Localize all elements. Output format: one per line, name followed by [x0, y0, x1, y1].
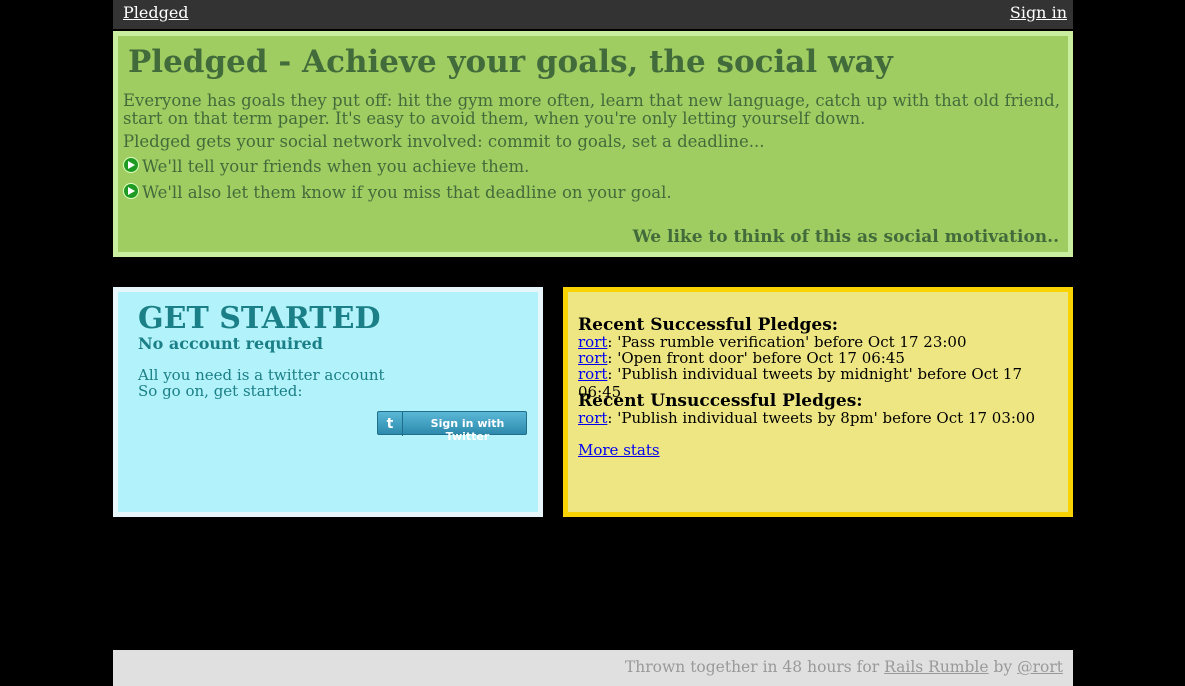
- arrow-right-icon: [123, 183, 139, 199]
- hero-bullet: We'll tell your friends when you achieve…: [123, 157, 529, 176]
- hero-bullet-text: We'll also let them know if you miss tha…: [142, 183, 672, 202]
- hero-bullet-text: We'll tell your friends when you achieve…: [142, 157, 530, 176]
- signin-link[interactable]: Sign in: [1010, 3, 1067, 22]
- hero-intro: Everyone has goals they put off: hit the…: [123, 91, 1060, 128]
- author-link[interactable]: @rort: [1017, 658, 1063, 676]
- footer: Thrown together in 48 hours for Rails Ru…: [113, 650, 1073, 686]
- footer-text: Thrown together in 48 hours for Rails Ru…: [625, 658, 1063, 676]
- brand-link[interactable]: Pledged: [123, 3, 189, 22]
- twitter-button-label: Sign in with Twitter: [430, 417, 505, 443]
- get-started-panel: GET STARTED No account required All you …: [113, 287, 543, 517]
- pledge-user-link[interactable]: rort: [578, 365, 607, 383]
- successful-pledges-heading: Recent Successful Pledges:: [578, 315, 839, 335]
- pledge-text: : 'Publish individual tweets by 8pm' bef…: [607, 409, 1036, 427]
- hero-tagline: We like to think of this as social motiv…: [632, 227, 1059, 247]
- arrow-right-icon: [123, 157, 139, 173]
- hero-panel: Pledged - Achieve your goals, the social…: [113, 31, 1073, 257]
- rails-rumble-link[interactable]: Rails Rumble: [884, 658, 988, 676]
- top-nav-bar: Pledged Sign in: [113, 0, 1073, 29]
- pledge-item: rort: 'Publish individual tweets by 8pm'…: [578, 409, 1035, 427]
- get-started-line: All you need is a twitter account: [138, 366, 385, 384]
- pledge-user-link[interactable]: rort: [578, 409, 607, 427]
- footer-by: by: [988, 658, 1018, 676]
- get-started-text: All you need is a twitter account So go …: [138, 367, 385, 399]
- get-started-title: GET STARTED: [138, 301, 381, 336]
- twitter-icon: t: [378, 412, 403, 436]
- footer-prefix: Thrown together in 48 hours for: [624, 658, 885, 676]
- sign-in-with-twitter-button[interactable]: t Sign in with Twitter: [377, 411, 527, 443]
- unsuccessful-pledges-heading: Recent Unsuccessful Pledges:: [578, 391, 863, 411]
- more-stats-link[interactable]: More stats: [578, 441, 660, 459]
- hero-bullet: We'll also let them know if you miss tha…: [123, 183, 672, 202]
- hero-involve: Pledged gets your social network involve…: [123, 132, 765, 151]
- get-started-line: So go on, get started:: [138, 382, 303, 400]
- recent-pledges-panel: Recent Successful Pledges: rort: 'Pass r…: [563, 287, 1073, 517]
- hero-title: Pledged - Achieve your goals, the social…: [128, 44, 893, 80]
- get-started-subtitle: No account required: [138, 334, 323, 353]
